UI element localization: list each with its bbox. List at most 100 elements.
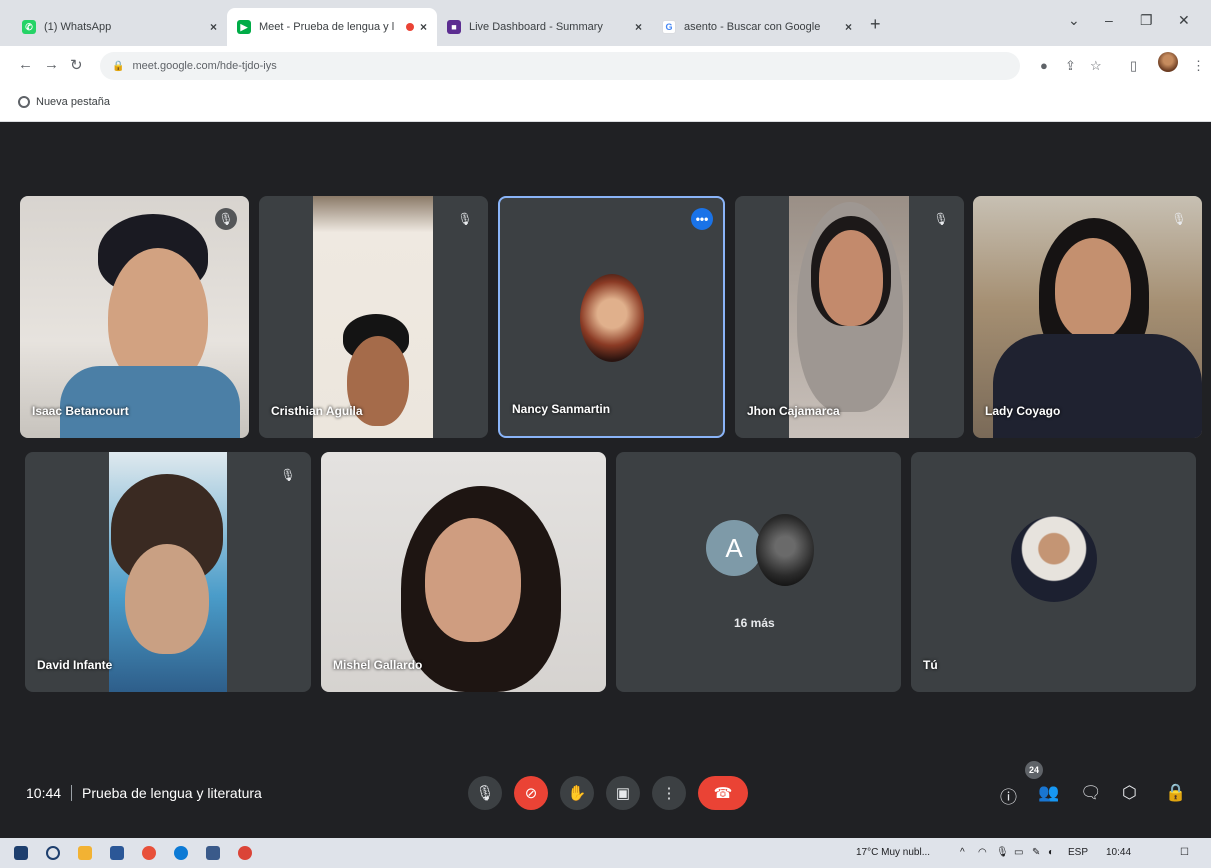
- participant-name: Lady Coyago: [985, 404, 1061, 418]
- notifications-icon[interactable]: ☐: [1180, 847, 1189, 858]
- windows-start-icon[interactable]: [14, 846, 28, 860]
- meet-icon: ▶: [237, 20, 251, 34]
- close-tab-icon[interactable]: ×: [635, 20, 642, 34]
- meeting-details-icon[interactable]: ⓘ: [1000, 783, 1017, 808]
- sidepanel-icon[interactable]: ▯: [1130, 58, 1137, 74]
- participant-tile[interactable]: 🎙 Lady Coyago: [973, 196, 1202, 438]
- tab-title: (1) WhatsApp: [44, 21, 112, 33]
- participant-name: Nancy Sanmartin: [512, 402, 611, 416]
- participant-name: Cristhian Aguila: [271, 404, 363, 418]
- tab-search-icon[interactable]: ⌄: [1068, 12, 1080, 29]
- participant-name: David Infante: [37, 658, 113, 672]
- profile-avatar[interactable]: [1158, 52, 1178, 72]
- forward-icon[interactable]: →: [44, 56, 59, 73]
- volume-icon[interactable]: ◐: [1048, 847, 1054, 858]
- more-options-icon[interactable]: •••: [691, 208, 713, 230]
- video-face: [1055, 238, 1131, 340]
- bookmark-label: Nueva pestaña: [36, 96, 110, 108]
- hand-icon: ✋: [567, 785, 587, 802]
- more-participants-label: 16 más: [734, 616, 775, 630]
- participant-avatar-letter: A: [706, 520, 762, 576]
- chat-icon[interactable]: 🗨: [1080, 783, 1102, 803]
- share-icon[interactable]: ⇪: [1065, 58, 1076, 74]
- participant-avatar: [580, 274, 644, 362]
- more-options-button[interactable]: ⋮: [652, 776, 686, 810]
- camera-off-icon: ⊘: [524, 785, 538, 802]
- self-avatar: [1011, 516, 1097, 602]
- close-tab-icon[interactable]: ×: [210, 20, 217, 34]
- lock-icon: 🔒: [112, 60, 125, 72]
- host-controls-icon[interactable]: 🔒: [1165, 783, 1186, 803]
- mic-off-icon: 🎙: [280, 468, 296, 482]
- chrome-icon[interactable]: [238, 846, 252, 860]
- participant-name: Jhon Cajamarca: [747, 404, 840, 418]
- tray-chevron-icon[interactable]: ^: [960, 847, 965, 858]
- participant-avatar: [756, 514, 814, 586]
- activities-icon[interactable]: ⬡: [1122, 783, 1137, 803]
- restore-icon[interactable]: ❐: [1140, 12, 1153, 29]
- back-icon[interactable]: ←: [18, 56, 33, 73]
- self-tile[interactable]: Tú: [911, 452, 1196, 692]
- menu-kebab-icon[interactable]: ⋮: [1192, 58, 1205, 74]
- divider: [71, 785, 73, 801]
- reload-icon[interactable]: ↻: [70, 56, 83, 74]
- participant-tile[interactable]: 🎙 David Infante: [25, 452, 311, 692]
- bookmark-star-icon[interactable]: ☆: [1090, 58, 1102, 74]
- google-icon: G: [662, 20, 676, 34]
- close-tab-icon[interactable]: ×: [845, 20, 852, 34]
- camera-off-button[interactable]: ⊘: [514, 776, 548, 810]
- close-window-icon[interactable]: ✕: [1178, 12, 1190, 29]
- video-face: [819, 230, 883, 326]
- weather-widget[interactable]: 17°C Muy nubl...: [856, 847, 930, 858]
- hangup-icon: ☎: [713, 785, 733, 802]
- clock[interactable]: 10:44: [1106, 847, 1131, 858]
- pen-icon[interactable]: ✎: [1032, 847, 1040, 858]
- language-indicator[interactable]: ESP: [1068, 847, 1088, 858]
- participant-tile[interactable]: Mishel Gallardo: [321, 452, 606, 692]
- participant-name: Tú: [923, 658, 938, 672]
- edge-icon[interactable]: [174, 846, 188, 860]
- globe-icon: [18, 96, 30, 108]
- microphone-button[interactable]: 🎙: [468, 776, 502, 810]
- battery-icon[interactable]: ▭: [1014, 847, 1023, 858]
- participant-tile[interactable]: 🎙 Cristhian Aguila: [259, 196, 488, 438]
- network-icon[interactable]: ◠: [978, 847, 987, 858]
- mic-off-icon: 🎙: [457, 212, 473, 226]
- tab-title: Live Dashboard - Summary: [469, 21, 603, 33]
- kebab-icon: ⋮: [661, 785, 677, 802]
- participant-tile[interactable]: 🎙 Jhon Cajamarca: [735, 196, 964, 438]
- present-button[interactable]: ▣: [606, 776, 640, 810]
- dashboard-icon: ■: [447, 20, 461, 34]
- meeting-time: 10:44: [26, 785, 62, 801]
- tab-live-dashboard[interactable]: ■ Live Dashboard - Summary ×: [437, 8, 652, 46]
- browser-toolbar: ← → ↻ 🔒 meet.google.com/hde-tjdo-iys ● ⇪…: [0, 46, 1211, 86]
- tab-meet[interactable]: ▶ Meet - Prueba de lengua y l ×: [227, 8, 437, 46]
- participant-tile[interactable]: 🎙 Isaac Betancourt: [20, 196, 249, 438]
- camera-icon[interactable]: ●: [1040, 58, 1048, 73]
- people-icon[interactable]: 👥: [1038, 783, 1059, 803]
- participant-tile-speaking[interactable]: ••• Nancy Sanmartin: [498, 196, 725, 438]
- file-explorer-icon[interactable]: [78, 846, 92, 860]
- firefox-icon[interactable]: [142, 846, 156, 860]
- new-tab-icon[interactable]: +: [870, 14, 881, 35]
- mic-off-icon: 🎙: [215, 208, 237, 230]
- tab-whatsapp[interactable]: ✆ (1) WhatsApp ×: [12, 8, 227, 46]
- mic-off-icon: 🎙: [1171, 212, 1187, 226]
- app-icon[interactable]: [110, 846, 124, 860]
- tab-title: Meet - Prueba de lengua y l: [259, 21, 395, 33]
- whatsapp-icon: ✆: [22, 20, 36, 34]
- close-tab-icon[interactable]: ×: [420, 20, 427, 34]
- tab-google-search[interactable]: G asento - Buscar con Google ×: [652, 8, 862, 46]
- search-icon[interactable]: [46, 846, 60, 860]
- participant-name: Mishel Gallardo: [333, 658, 423, 672]
- meeting-title: Prueba de lengua y literatura: [82, 785, 262, 801]
- raise-hand-button[interactable]: ✋: [560, 776, 594, 810]
- address-bar[interactable]: 🔒 meet.google.com/hde-tjdo-iys: [100, 52, 1020, 80]
- minimize-icon[interactable]: –: [1105, 12, 1113, 28]
- app-icon[interactable]: [206, 846, 220, 860]
- mic-tray-icon[interactable]: 🎙: [996, 847, 1009, 858]
- mic-icon: 🎙: [475, 785, 495, 802]
- bookmark-new-tab[interactable]: Nueva pestaña: [18, 96, 110, 108]
- leave-call-button[interactable]: ☎: [698, 776, 748, 810]
- others-tile[interactable]: A 16 más: [616, 452, 901, 692]
